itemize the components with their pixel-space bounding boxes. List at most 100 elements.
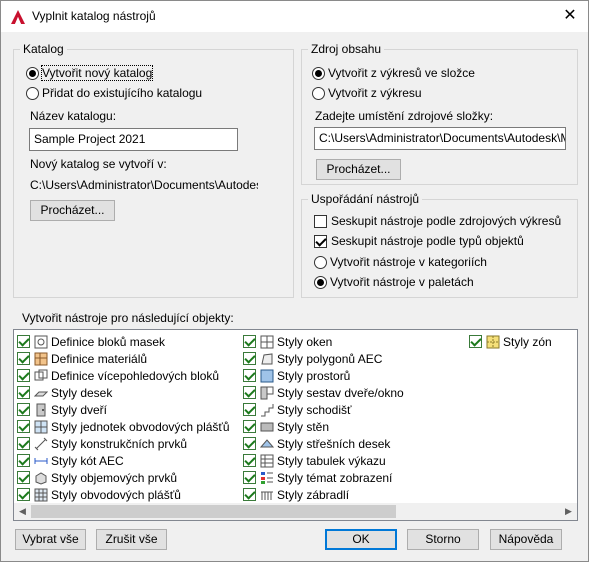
object-type-checkbox[interactable] <box>17 386 30 399</box>
object-type-label: Styly témat zobrazení <box>277 470 393 485</box>
select-all-button[interactable]: Vybrat vše <box>15 529 86 550</box>
radio-indicator <box>26 86 39 100</box>
object-type-checkbox[interactable] <box>469 335 482 348</box>
objects-list-label: Vytvořit nástroje pro následující objekt… <box>22 311 234 325</box>
object-type-label: Styly oken <box>277 334 333 349</box>
title-bar[interactable]: Vyplnit katalog nástrojů ✕ <box>1 1 588 32</box>
catalog-browse-button[interactable]: Procházet... <box>30 200 115 221</box>
object-type-checkbox[interactable] <box>243 454 256 467</box>
object-type-checkbox[interactable] <box>243 488 256 501</box>
object-type-item[interactable]: Styly zón <box>466 333 552 350</box>
slab-icon <box>34 391 48 396</box>
object-type-item[interactable]: Styly kót AEC <box>14 452 230 469</box>
create-in-categories-label: Vytvořit nástroje v kategoriích <box>330 255 487 269</box>
window-title: Vyplnit katalog nástrojů <box>32 9 156 23</box>
create-in-categories-radio[interactable]: Vytvořit nástroje v kategoriích <box>314 254 487 270</box>
object-type-checkbox[interactable] <box>17 488 30 501</box>
catalog-group-legend: Katalog <box>23 42 64 56</box>
object-type-checkbox[interactable] <box>17 403 30 416</box>
object-type-checkbox[interactable] <box>17 369 30 382</box>
source-folder-input[interactable]: C:\Users\Administrator\Documents\Autodes… <box>314 127 566 150</box>
object-type-item[interactable]: Definice bloků masek <box>14 333 230 350</box>
object-type-item[interactable]: Definice vícepohledových bloků <box>14 367 230 384</box>
source-browse-button[interactable]: Procházet... <box>316 159 401 180</box>
create-in-palettes-radio[interactable]: Vytvořit nástroje v paletách <box>314 274 474 290</box>
object-type-item[interactable]: Styly dveří <box>14 401 230 418</box>
add-to-existing-catalog-radio[interactable]: Přidat do existujícího katalogu <box>26 85 202 101</box>
object-type-checkbox[interactable] <box>243 352 256 365</box>
object-type-label: Styly střešních desek <box>277 436 391 451</box>
object-type-item[interactable]: Styly prostorů <box>240 367 404 384</box>
object-type-item[interactable]: Styly objemových prvků <box>14 469 230 486</box>
railing-icon <box>261 491 273 500</box>
object-type-checkbox[interactable] <box>17 454 30 467</box>
object-type-item[interactable]: Styly témat zobrazení <box>240 469 404 486</box>
object-type-label: Styly sestav dveře/okno <box>277 385 404 400</box>
add-to-existing-catalog-label: Přidat do existujícího katalogu <box>42 86 203 100</box>
object-type-item[interactable]: Styly střešních desek <box>240 435 404 452</box>
object-type-checkbox[interactable] <box>243 335 256 348</box>
object-type-item[interactable]: Styly jednotek obvodových plášťů <box>14 418 230 435</box>
cancel-button[interactable]: Storno <box>407 529 479 550</box>
object-type-item[interactable]: Styly oken <box>240 333 404 350</box>
object-type-checkbox[interactable] <box>17 437 30 450</box>
object-type-checkbox[interactable] <box>243 403 256 416</box>
mass-element-icon <box>35 471 47 485</box>
object-type-item[interactable]: Styly stěn <box>240 418 404 435</box>
object-type-checkbox[interactable] <box>243 437 256 450</box>
stair-icon <box>261 403 274 416</box>
display-theme-icon <box>261 471 273 484</box>
object-type-label: Definice materiálů <box>51 351 148 366</box>
scrollbar-thumb[interactable] <box>31 505 396 518</box>
tool-arrangement-legend: Uspořádání nástrojů <box>311 192 420 206</box>
clear-all-button[interactable]: Zrušit vše <box>96 529 167 550</box>
object-type-label: Definice bloků masek <box>51 334 166 349</box>
object-type-checkbox[interactable] <box>243 369 256 382</box>
object-type-checkbox[interactable] <box>17 420 30 433</box>
object-type-item[interactable]: Styly schodišť <box>240 401 404 418</box>
object-type-item[interactable]: Styly sestav dveře/okno <box>240 384 404 401</box>
from-drawing-radio[interactable]: Vytvořit z výkresu <box>312 85 422 101</box>
object-type-checkbox[interactable] <box>243 471 256 484</box>
object-type-checkbox[interactable] <box>17 352 30 365</box>
close-icon[interactable]: ✕ <box>558 5 582 27</box>
object-type-checkbox[interactable] <box>17 471 30 484</box>
new-catalog-location-label: Nový katalog se vytvoří v: <box>30 157 167 171</box>
door-window-assembly-icon <box>260 386 274 399</box>
objects-column-2: Styly oken Styly polygonů AEC Styly prosto… <box>240 333 404 503</box>
radio-selected-indicator <box>26 66 39 80</box>
object-type-item[interactable]: Styly konstrukčních prvků <box>14 435 230 452</box>
new-catalog-location-path: C:\Users\Administrator\Documents\Autodes… <box>30 178 258 192</box>
from-drawings-folder-radio[interactable]: Vytvořit z výkresů ve složce <box>312 65 475 81</box>
object-type-item[interactable]: Styly polygonů AEC <box>240 350 404 367</box>
object-type-item[interactable]: Styly zábradlí <box>240 486 404 503</box>
object-type-label: Styly objemových prvků <box>51 470 178 485</box>
scroll-left-arrow-icon[interactable]: ◀ <box>14 503 31 520</box>
object-type-checkbox[interactable] <box>243 420 256 433</box>
catalog-name-input[interactable]: Sample Project 2021 <box>29 128 238 151</box>
scroll-right-arrow-icon[interactable]: ▶ <box>560 503 577 520</box>
objects-list[interactable]: Definice bloků masek Definice materiálů De… <box>13 329 578 521</box>
object-type-item[interactable]: Styly obvodových plášťů <box>14 486 230 503</box>
object-type-item[interactable]: Styly tabulek výkazu <box>240 452 404 469</box>
wall-icon <box>260 422 274 431</box>
group-by-type-checkbox[interactable]: Seskupit nástroje podle typů objektů <box>314 233 524 249</box>
object-type-checkbox[interactable] <box>243 386 256 399</box>
ok-button[interactable]: OK <box>325 529 397 550</box>
from-drawings-folder-label: Vytvořit z výkresů ve složce <box>328 66 475 80</box>
object-type-item[interactable]: Definice materiálů <box>14 350 230 367</box>
object-type-checkbox[interactable] <box>17 335 30 348</box>
object-type-label: Styly zábradlí <box>277 487 350 502</box>
object-type-label: Definice vícepohledových bloků <box>51 368 220 383</box>
help-button[interactable]: Nápověda <box>490 529 562 550</box>
horizontal-scrollbar[interactable]: ◀ ▶ <box>14 503 577 520</box>
zone-icon <box>486 335 500 348</box>
object-type-item[interactable]: Styly desek <box>14 384 230 401</box>
group-by-source-checkbox[interactable]: Seskupit nástroje podle zdrojových výkre… <box>314 213 561 229</box>
object-type-label: Styly polygonů AEC <box>277 351 383 366</box>
create-new-catalog-radio[interactable]: Vytvořit nový katalog <box>26 65 154 81</box>
autodesk-app-icon <box>11 10 25 24</box>
object-type-label: Styly kót AEC <box>51 453 124 468</box>
object-type-label: Styly tabulek výkazu <box>277 453 386 468</box>
radio-selected-indicator <box>314 275 327 289</box>
